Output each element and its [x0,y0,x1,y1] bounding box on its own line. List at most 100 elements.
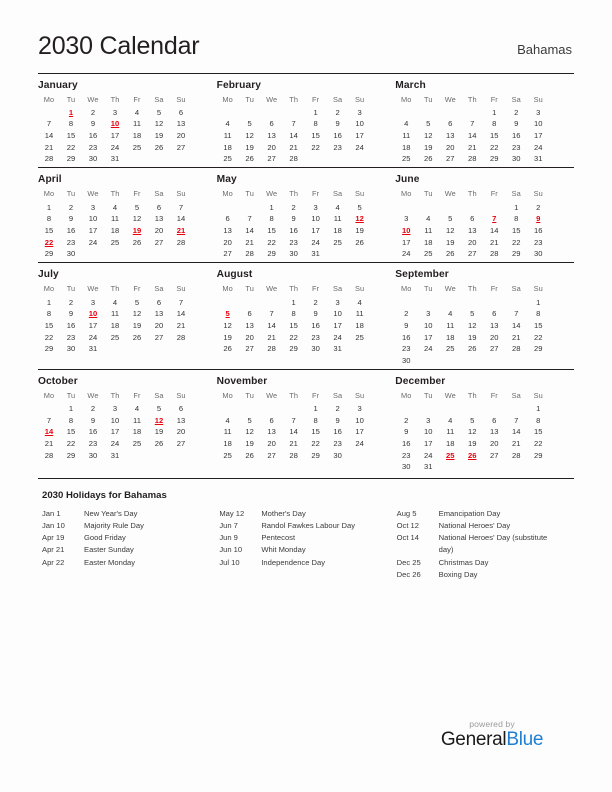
day-cell[interactable]: 2 [60,296,82,308]
day-cell[interactable]: 27 [170,141,192,153]
day-cell[interactable]: 1 [261,201,283,213]
day-cell[interactable]: 22 [283,331,305,343]
day-cell[interactable]: 29 [283,343,305,355]
day-cell[interactable]: 7 [505,308,527,320]
day-cell[interactable]: 28 [261,343,283,355]
day-cell[interactable]: 13 [148,308,170,320]
day-cell[interactable]: 20 [239,331,261,343]
day-cell[interactable]: 7 [239,213,261,225]
day-cell[interactable]: 9 [327,415,349,427]
day-cell[interactable]: 11 [217,426,239,438]
day-cell[interactable]: 27 [239,343,261,355]
day-cell[interactable]: 26 [148,438,170,450]
day-cell[interactable]: 16 [82,426,104,438]
day-cell[interactable]: 5 [148,403,170,415]
day-cell[interactable]: 4 [104,201,126,213]
day-cell[interactable]: 26 [126,331,148,343]
day-cell-holiday[interactable]: 9 [527,213,549,225]
day-cell[interactable]: 27 [461,248,483,260]
day-cell[interactable]: 3 [349,107,371,119]
day-cell[interactable]: 12 [217,320,239,332]
day-cell[interactable]: 2 [283,201,305,213]
day-cell[interactable]: 25 [217,153,239,165]
day-cell[interactable]: 30 [60,343,82,355]
day-cell[interactable]: 30 [327,449,349,461]
day-cell[interactable]: 2 [327,107,349,119]
day-cell[interactable]: 16 [60,225,82,237]
day-cell[interactable]: 10 [349,118,371,130]
day-cell-holiday[interactable]: 21 [170,225,192,237]
day-cell[interactable]: 7 [170,296,192,308]
day-cell[interactable]: 22 [38,331,60,343]
day-cell[interactable]: 21 [283,438,305,450]
day-cell[interactable]: 29 [483,153,505,165]
generalblue-logo[interactable]: GeneralBlue [412,730,572,750]
day-cell[interactable]: 10 [327,308,349,320]
day-cell[interactable]: 2 [505,107,527,119]
day-cell[interactable]: 17 [349,426,371,438]
day-cell-holiday[interactable]: 22 [38,236,60,248]
day-cell[interactable]: 21 [38,438,60,450]
day-cell[interactable]: 8 [261,213,283,225]
day-cell[interactable]: 5 [349,201,371,213]
day-cell[interactable]: 4 [439,308,461,320]
day-cell[interactable]: 30 [527,248,549,260]
day-cell[interactable]: 23 [82,141,104,153]
day-cell[interactable]: 8 [483,118,505,130]
day-cell[interactable]: 18 [217,438,239,450]
day-cell[interactable]: 24 [104,141,126,153]
day-cell-holiday[interactable]: 10 [82,308,104,320]
day-cell[interactable]: 9 [82,415,104,427]
day-cell[interactable]: 1 [483,107,505,119]
day-cell[interactable]: 15 [261,225,283,237]
day-cell[interactable]: 6 [170,403,192,415]
day-cell[interactable]: 22 [527,438,549,450]
day-cell[interactable]: 3 [527,107,549,119]
day-cell[interactable]: 11 [349,308,371,320]
day-cell[interactable]: 9 [327,118,349,130]
day-cell[interactable]: 6 [483,415,505,427]
day-cell[interactable]: 20 [483,438,505,450]
day-cell[interactable]: 22 [60,141,82,153]
day-cell[interactable]: 29 [38,248,60,260]
day-cell[interactable]: 5 [439,213,461,225]
day-cell[interactable]: 23 [395,343,417,355]
day-cell[interactable]: 12 [126,308,148,320]
day-cell[interactable]: 1 [305,403,327,415]
day-cell[interactable]: 22 [60,438,82,450]
day-cell[interactable]: 4 [349,296,371,308]
day-cell[interactable]: 31 [104,449,126,461]
day-cell[interactable]: 21 [170,320,192,332]
day-cell[interactable]: 14 [170,213,192,225]
day-cell[interactable]: 30 [60,248,82,260]
day-cell[interactable]: 15 [527,426,549,438]
day-cell[interactable]: 2 [60,201,82,213]
day-cell[interactable]: 2 [82,107,104,119]
day-cell[interactable]: 27 [261,153,283,165]
day-cell[interactable]: 26 [417,153,439,165]
day-cell[interactable]: 12 [239,426,261,438]
day-cell[interactable]: 7 [38,415,60,427]
day-cell[interactable]: 30 [305,343,327,355]
day-cell-holiday[interactable]: 26 [461,449,483,461]
day-cell[interactable]: 17 [395,236,417,248]
day-cell[interactable]: 29 [38,343,60,355]
day-cell[interactable]: 21 [505,438,527,450]
day-cell[interactable]: 16 [82,130,104,142]
day-cell[interactable]: 20 [439,141,461,153]
day-cell[interactable]: 17 [327,320,349,332]
day-cell[interactable]: 16 [327,426,349,438]
day-cell[interactable]: 2 [395,308,417,320]
day-cell[interactable]: 11 [104,308,126,320]
day-cell[interactable]: 20 [483,331,505,343]
day-cell[interactable]: 8 [505,213,527,225]
day-cell[interactable]: 5 [239,118,261,130]
day-cell-holiday[interactable]: 7 [483,213,505,225]
day-cell[interactable]: 31 [82,343,104,355]
day-cell[interactable]: 20 [261,141,283,153]
day-cell[interactable]: 2 [327,403,349,415]
day-cell[interactable]: 9 [395,426,417,438]
day-cell[interactable]: 26 [148,141,170,153]
day-cell[interactable]: 27 [483,449,505,461]
day-cell[interactable]: 28 [505,449,527,461]
